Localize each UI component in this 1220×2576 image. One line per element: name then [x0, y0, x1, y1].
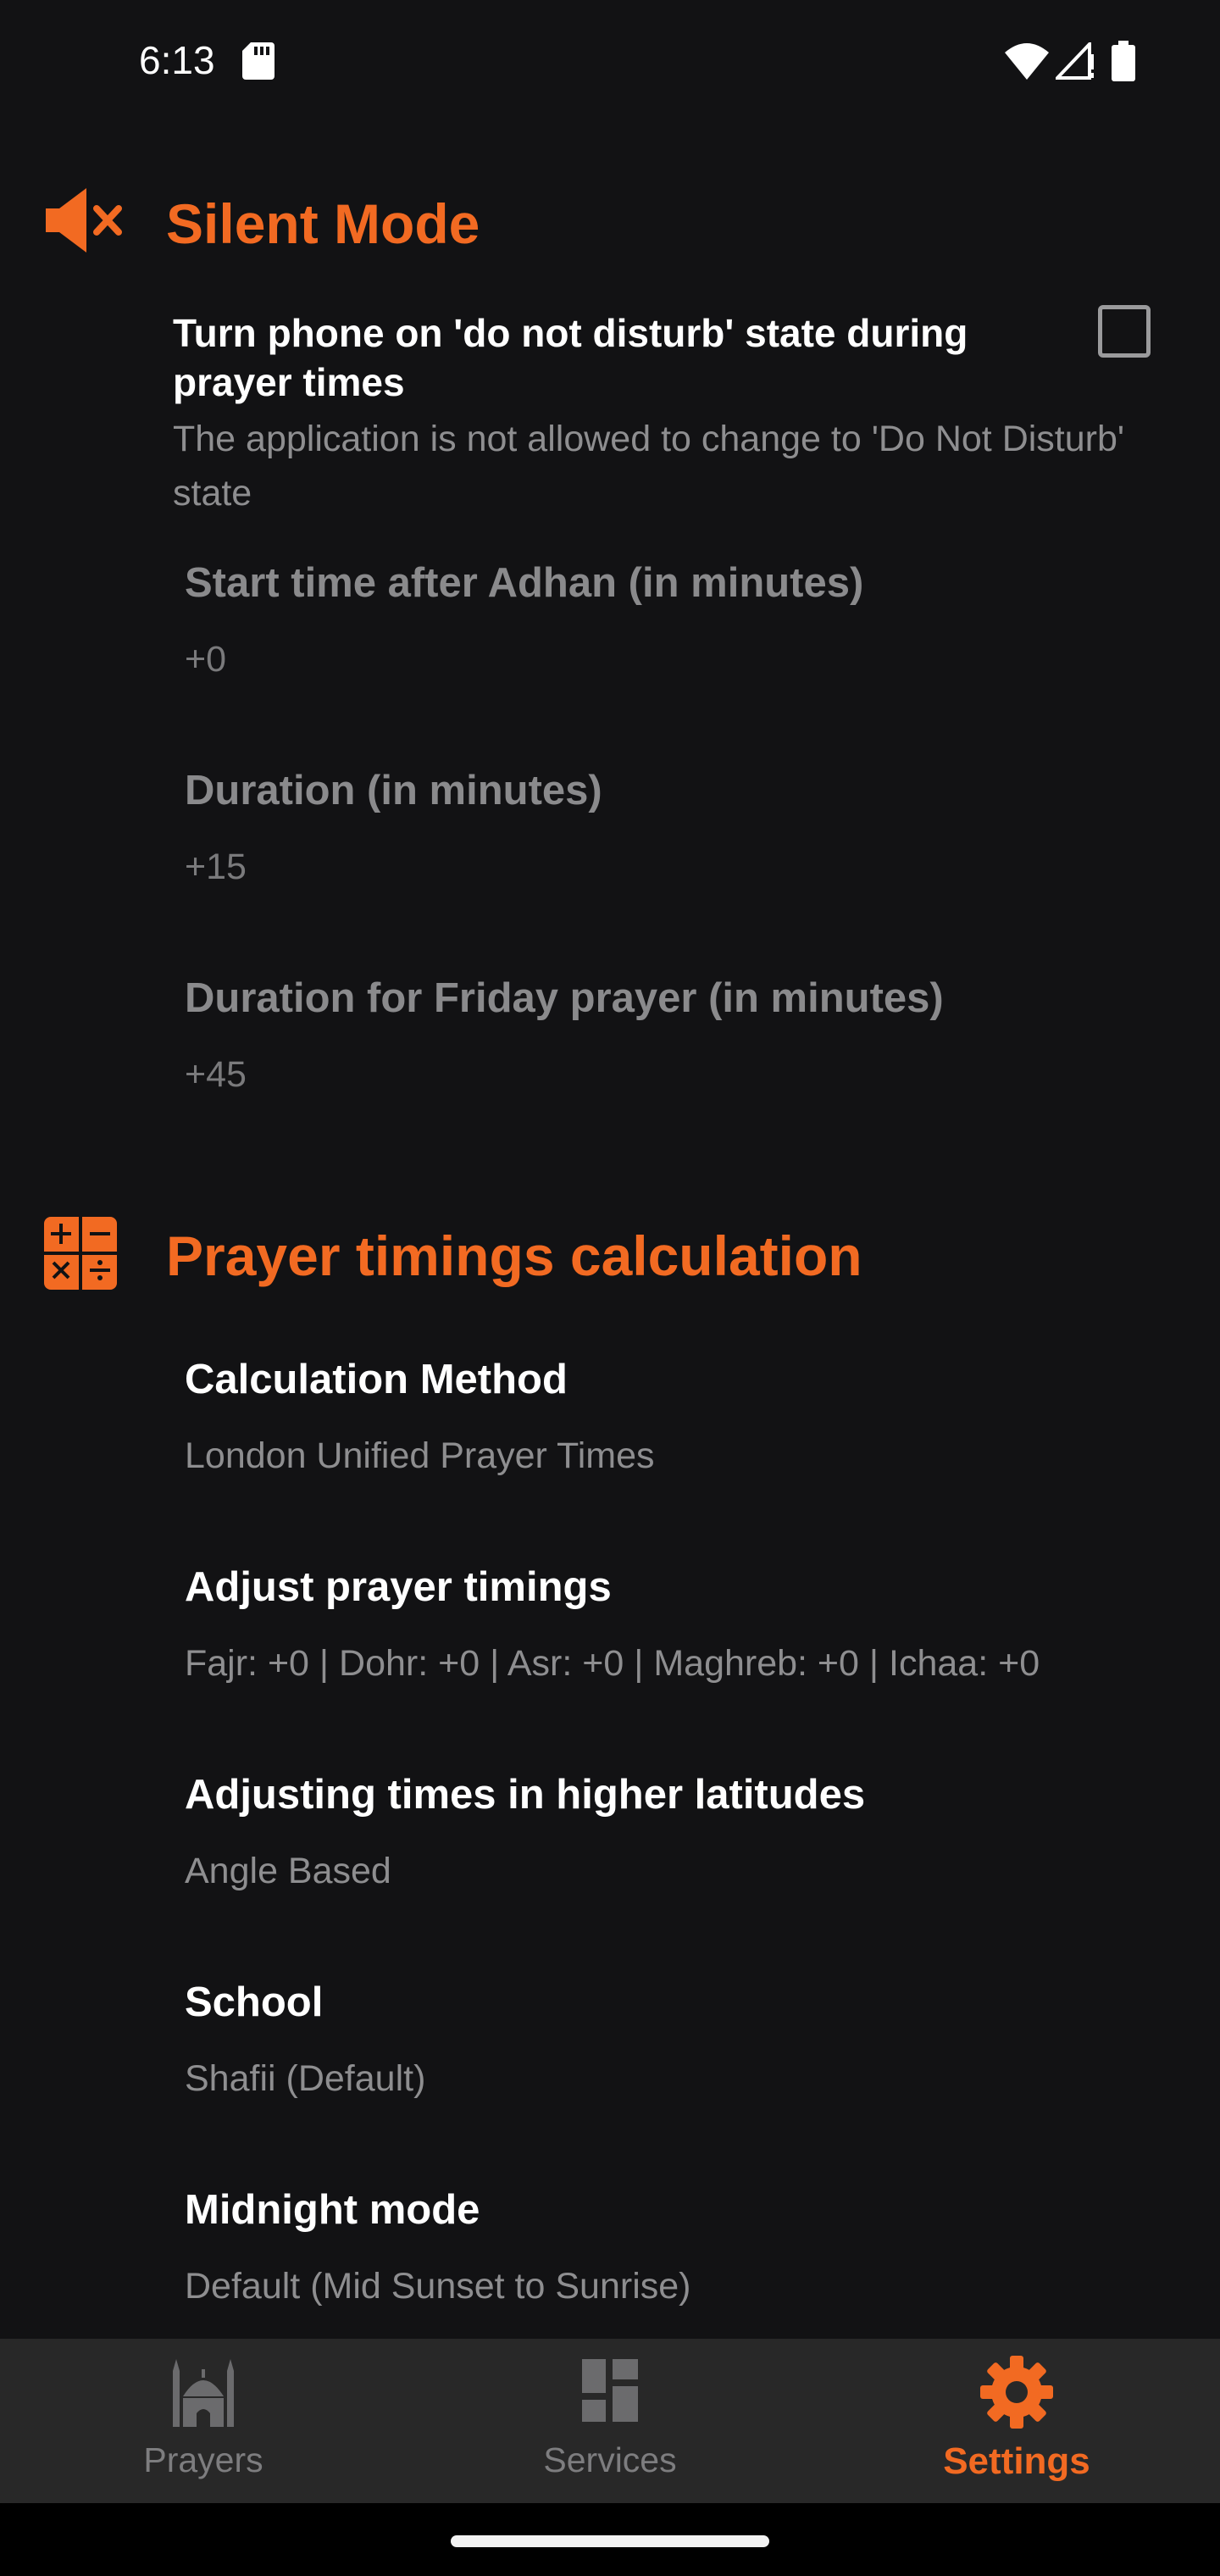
school-preference[interactable]: School Shafii (Default)	[0, 1979, 1220, 2174]
nav-label: Settings	[943, 2440, 1090, 2482]
pref-value: Default (Mid Sunset to Sunrise)	[185, 2266, 691, 2307]
pref-value: +0	[185, 639, 227, 680]
dnd-checkbox[interactable]	[1098, 305, 1151, 358]
calculation-method-preference[interactable]: Calculation Method London Unified Prayer…	[0, 1356, 1220, 1551]
mosque-icon	[171, 2359, 236, 2431]
pref-title: Duration for Friday prayer (in minutes)	[185, 975, 944, 1021]
home-gesture-handle[interactable]	[451, 2535, 769, 2547]
pref-title: Midnight mode	[185, 2187, 480, 2233]
calculator-icon	[44, 1217, 117, 1294]
wifi-icon	[1005, 42, 1049, 84]
volume-off-icon	[44, 185, 122, 260]
dnd-preference[interactable]: Turn phone on 'do not disturb' state dur…	[0, 297, 1220, 525]
bottom-navigation: Prayers Services Settings	[0, 2339, 1220, 2503]
nav-item-prayers[interactable]: Prayers	[0, 2339, 407, 2503]
gesture-navigation-area	[0, 2503, 1220, 2576]
sd-card-icon	[242, 42, 274, 84]
friday-duration-preference[interactable]: Duration for Friday prayer (in minutes) …	[0, 974, 1220, 1169]
status-bar: 6:13	[0, 0, 1220, 119]
pref-title: Start time after Adhan (in minutes)	[185, 560, 864, 606]
pref-value: Shafii (Default)	[185, 2058, 426, 2099]
pref-value: London Unified Prayer Times	[185, 1435, 655, 1476]
pref-title: School	[185, 1979, 324, 2025]
section-title: Silent Mode	[166, 192, 480, 255]
nav-label: Prayers	[143, 2440, 263, 2479]
nav-item-services[interactable]: Services	[407, 2339, 813, 2503]
pref-title: Duration (in minutes)	[185, 768, 602, 813]
adjust-timings-preference[interactable]: Adjust prayer timings Fajr: +0 | Dohr: +…	[0, 1563, 1220, 1758]
start-time-preference[interactable]: Start time after Adhan (in minutes) +0	[0, 559, 1220, 754]
silent-mode-header: Silent Mode	[0, 169, 1220, 271]
signal-icon	[1053, 39, 1095, 84]
pref-value: Angle Based	[185, 1851, 391, 1891]
dashboard-icon	[582, 2359, 638, 2426]
nav-label: Services	[543, 2440, 677, 2479]
calculation-header: Prayer timings calculation	[0, 1203, 1220, 1305]
higher-latitudes-preference[interactable]: Adjusting times in higher latitudes Angl…	[0, 1771, 1220, 1966]
battery-icon	[1112, 41, 1135, 86]
pref-value: +15	[185, 847, 247, 887]
duration-preference[interactable]: Duration (in minutes) +15	[0, 767, 1220, 962]
pref-title: Adjusting times in higher latitudes	[185, 1772, 866, 1818]
nav-item-settings[interactable]: Settings	[813, 2339, 1220, 2503]
dnd-title: Turn phone on 'do not disturb' state dur…	[173, 311, 968, 404]
pref-title: Calculation Method	[185, 1357, 568, 1402]
status-time: 6:13	[139, 38, 215, 82]
gear-icon	[980, 2356, 1053, 2433]
pref-value: +45	[185, 1054, 247, 1095]
pref-title: Adjust prayer timings	[185, 1564, 612, 1610]
pref-value: Fajr: +0 | Dohr: +0 | Asr: +0 | Maghreb:…	[185, 1643, 1040, 1684]
section-title: Prayer timings calculation	[166, 1224, 862, 1287]
dnd-summary: The application is not allowed to change…	[173, 419, 1125, 514]
